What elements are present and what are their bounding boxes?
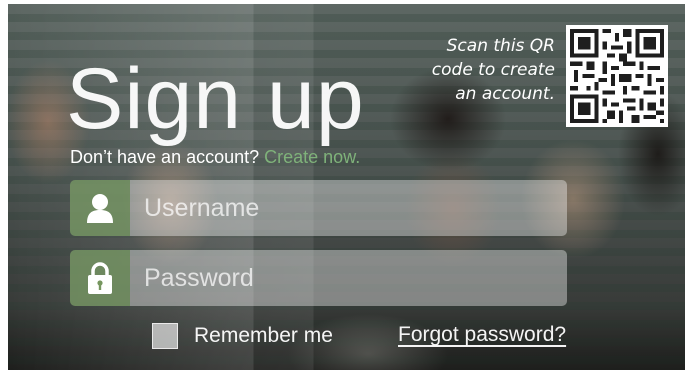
password-field[interactable] (70, 250, 567, 306)
qr-instructions-line: an account. (455, 84, 555, 104)
account-prompt-text: Don’t have an account? (70, 147, 265, 167)
page-title: Sign up (66, 51, 365, 147)
username-input[interactable] (130, 180, 567, 236)
remember-me-checkbox[interactable] (152, 323, 178, 349)
forgot-password-link[interactable]: Forgot password? (398, 323, 566, 347)
username-field[interactable] (70, 180, 567, 236)
signup-screen: Sign up Don’t have an account? Create no… (8, 4, 685, 370)
account-prompt: Don’t have an account? Create now. (70, 146, 360, 168)
qr-instructions: Scan this QR code to create an account. (388, 34, 555, 106)
password-input[interactable] (130, 250, 567, 306)
lock-icon (88, 262, 112, 294)
remember-me-label: Remember me (194, 324, 333, 347)
lock-icon-box (70, 250, 130, 306)
create-account-link[interactable]: Create now. (264, 147, 360, 167)
qr-instructions-line: Scan this QR (446, 36, 555, 56)
qr-code-icon[interactable] (566, 25, 668, 127)
user-icon (87, 194, 113, 223)
remember-me-toggle[interactable]: Remember me (152, 323, 333, 349)
qr-instructions-line: code to create (431, 60, 555, 80)
user-icon-box (70, 180, 130, 236)
